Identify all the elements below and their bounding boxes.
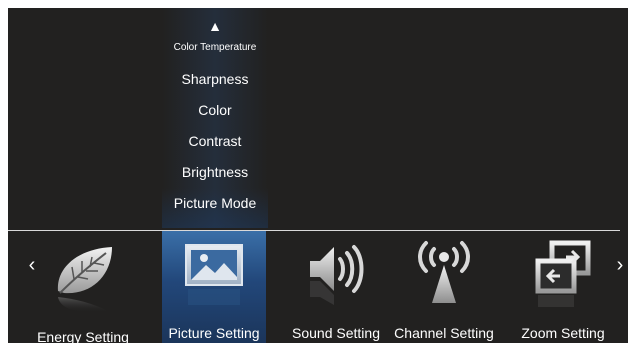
menu-item-label: Energy Setting	[37, 329, 129, 343]
submenu-item-sharpness[interactable]: Sharpness	[162, 71, 268, 87]
submenu-item-color[interactable]: Color	[162, 102, 268, 118]
menu-item-label: Picture Setting	[168, 325, 260, 341]
menu-item-label: Zoom Setting	[521, 325, 605, 341]
menu-item-picture-setting[interactable]: Picture Setting	[168, 231, 260, 343]
tv-menu-screen: ▲ Color Temperature Sharpness Color Cont…	[8, 8, 628, 343]
submenu-item-color-temperature[interactable]: Color Temperature	[162, 42, 268, 53]
menu-item-sound-setting[interactable]: Sound Setting	[292, 231, 380, 343]
menu-item-energy-setting[interactable]: Energy Setting	[37, 231, 129, 343]
menu-item-channel-setting[interactable]: Channel Setting	[394, 231, 494, 343]
menu-item-label: Sound Setting	[292, 325, 380, 341]
menu-item-label: Channel Setting	[394, 325, 494, 341]
submenu-item-picture-mode[interactable]: Picture Mode	[162, 195, 268, 211]
scroll-up-icon[interactable]: ▲	[162, 18, 268, 34]
submenu-item-brightness[interactable]: Brightness	[162, 164, 268, 180]
picture-icon	[182, 239, 246, 309]
picture-submenu: ▲ Color Temperature Sharpness Color Cont…	[162, 8, 268, 228]
zoom-icon	[532, 239, 594, 311]
menu-item-zoom-setting[interactable]: Zoom Setting	[521, 231, 605, 343]
antenna-icon	[412, 239, 476, 313]
leaf-icon	[48, 239, 120, 319]
speaker-icon	[304, 239, 368, 309]
submenu-item-contrast[interactable]: Contrast	[162, 133, 268, 149]
chevron-right-icon[interactable]: ›	[610, 254, 628, 276]
chevron-left-icon[interactable]: ‹	[22, 254, 42, 276]
